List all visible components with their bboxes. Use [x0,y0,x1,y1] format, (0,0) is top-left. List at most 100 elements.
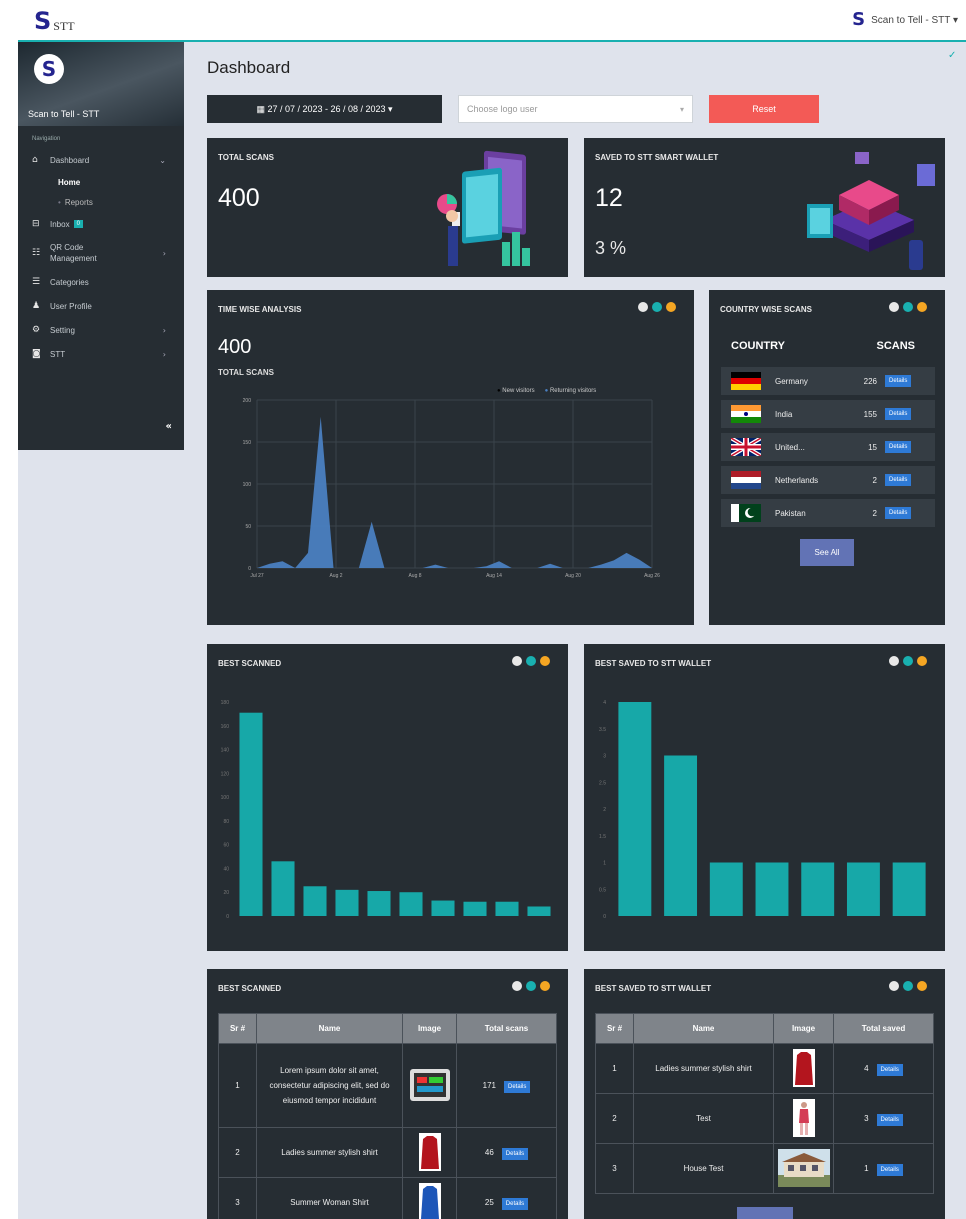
details-button[interactable]: Details [885,408,912,420]
country-row: United... 15 Details [721,433,935,461]
sidebar-item-label: User Profile [50,301,92,311]
y-tick-label: 50 [245,524,251,530]
x-tick-label: Aug 26 [644,573,660,579]
collapse-dot-icon[interactable] [666,302,676,312]
column-header: Name [256,1013,403,1044]
x-tick-label: Aug 2 [329,573,342,579]
pakistan-flag-icon [731,504,761,522]
y-tick-label: 0 [226,914,229,920]
row-number: 2 [218,1127,257,1178]
sidebar-item-label: STT [50,349,66,359]
details-button[interactable]: Details [504,1081,531,1093]
chevron-right-icon: › [162,349,166,359]
details-button[interactable]: Details [885,441,912,453]
product-image [402,1043,457,1128]
sidebar-item-reports[interactable]: • Reports [18,192,184,212]
y-tick-label: 160 [221,724,230,730]
saved-wallet-card: SAVED TO STT SMART WALLET 12 3 % [584,138,945,277]
sidebar-item-stt[interactable]: ◙ STT › [18,342,184,366]
table-row: 1 Lorem ipsum dolor sit amet, consectetu… [218,1043,557,1128]
refresh-dot-icon[interactable] [526,656,536,666]
details-button[interactable]: Details [876,1114,903,1126]
app-logo[interactable]: S STT [34,9,75,33]
country-row: Pakistan 2 Details [721,499,935,527]
refresh-dot-icon[interactable] [903,981,913,991]
logo-user-select[interactable]: Choose logo user ▾ [458,95,693,123]
settings-dot-icon[interactable] [512,656,522,666]
details-button[interactable]: Details [876,1164,903,1176]
woman-outfit-thumbnail [792,1098,815,1137]
logo-text: STT [53,19,75,33]
product-image [773,1143,834,1194]
y-tick-label: 120 [221,771,230,777]
avatar[interactable]: S [34,54,64,84]
details-button[interactable]: Details [885,474,912,486]
date-range-picker[interactable]: ▦ 27 / 07 / 2023 - 26 / 08 / 2023 ▾ [207,95,442,123]
inbox-badge: 0 [73,220,83,228]
nav-label: Navigation [32,136,61,142]
card-actions [889,656,927,666]
settings-dot-icon[interactable] [512,981,522,991]
collapse-dot-icon[interactable] [917,302,927,312]
sidebar-item-label: QR Code Management [50,243,97,263]
bar [527,906,551,916]
collapse-sidebar-button[interactable]: « [166,421,172,432]
sidebar-item-qr-code-management[interactable]: ☷ QR Code Management › [18,236,184,270]
x-tick-label: Aug 14 [486,573,502,579]
house-thumbnail [777,1148,830,1187]
details-button[interactable]: Details [885,375,912,387]
collapse-dot-icon[interactable] [540,656,550,666]
product-image [773,1093,834,1144]
country-wise-scans-card: COUNTRY WISE SCANS COUNTRY SCANS Germany… [709,290,945,625]
qr-icon: ☷ [32,248,41,258]
best-saved-table-card: BEST SAVED TO STT WALLET Sr # Name Image… [584,969,945,1219]
x-tick-label: Jul 27 [250,573,264,579]
y-tick-label: 100 [243,482,252,488]
total-cell: 1 Details [833,1143,934,1194]
sidebar-item-label: Inbox [50,219,70,229]
card-title: COUNTRY WISE SCANS [720,305,813,314]
see-all-button[interactable] [737,1207,793,1219]
collapse-dot-icon[interactable] [917,981,927,991]
sidebar-item-home[interactable]: Home [18,172,184,192]
details-button[interactable]: Details [885,507,912,519]
collapse-dot-icon[interactable] [917,656,927,666]
sidebar-item-setting[interactable]: ⚙ Setting › [18,318,184,342]
details-button[interactable]: Details [876,1064,903,1076]
sidebar-item-categories[interactable]: ☰ Categories [18,270,184,294]
returning-visitors-area [257,416,652,568]
column-header-country: COUNTRY [731,340,785,352]
user-menu[interactable]: S Scan to Tell - STT ▾ [852,11,958,29]
scanning-illustration [437,150,530,266]
sidebar-item-user-profile[interactable]: ♟ User Profile [18,294,184,318]
see-all-button[interactable]: See All [800,539,854,566]
refresh-dot-icon[interactable] [526,981,536,991]
country-scans: 2 [872,508,877,518]
best-scanned-chart-card: BEST SCANNED 0 20 40 60 80 100 120 140 160 180 [207,644,568,951]
sidebar-header: S Scan to Tell - STT [18,42,184,126]
red-shirt-thumbnail [418,1132,441,1171]
y-tick-label: 100 [221,795,230,801]
sidebar-item-dashboard[interactable]: ⌂ Dashboard ⌄ [18,148,184,172]
settings-dot-icon[interactable] [889,302,899,312]
table-row: 2 Ladies summer stylish shirt 46 Details [218,1127,557,1178]
red-shirt-thumbnail [792,1048,815,1087]
y-tick-label: 200 [243,398,252,404]
refresh-dot-icon[interactable] [652,302,662,312]
india-flag-icon [731,405,761,423]
refresh-dot-icon[interactable] [903,656,913,666]
collapse-dot-icon[interactable] [540,981,550,991]
settings-dot-icon[interactable] [889,656,899,666]
reset-button[interactable]: Reset [709,95,819,123]
card-title: TIME WISE ANALYSIS [218,305,302,314]
refresh-dot-icon[interactable] [903,302,913,312]
bar [709,862,743,916]
card-title: BEST SCANNED [218,659,282,668]
page-title: Dashboard [207,58,291,77]
settings-dot-icon[interactable] [638,302,648,312]
details-button[interactable]: Details [501,1148,529,1160]
settings-dot-icon[interactable] [889,981,899,991]
sidebar-item-inbox[interactable]: ⊟ Inbox 0 [18,212,184,236]
sidebar-brand-name: Scan to Tell - STT [28,109,100,119]
details-button[interactable]: Details [501,1198,529,1210]
